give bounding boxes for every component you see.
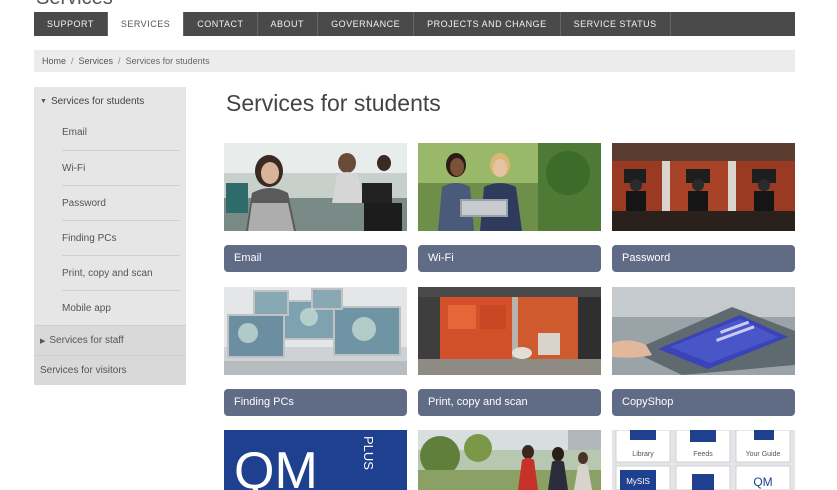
sidebar-item-label: Services for staff xyxy=(49,335,124,346)
students-laptop-outdoors-photo xyxy=(418,143,601,231)
tile-password[interactable]: Password xyxy=(612,143,795,272)
nav-services[interactable]: SERVICES xyxy=(107,12,185,36)
sidebar-item-services-for-students[interactable]: ▼ Services for students xyxy=(34,87,186,115)
tile-label: Print, copy and scan xyxy=(418,389,601,416)
sidebar: ▼ Services for students Email Wi-Fi Pass… xyxy=(34,87,186,385)
tile-finding-pcs[interactable]: Finding PCs xyxy=(224,287,407,416)
sidebar-item-wifi[interactable]: Wi-Fi xyxy=(62,150,180,185)
app-grid-photo: Library Feeds Your Guide MySIS QM xyxy=(612,430,795,490)
sidebar-item-mobile-app[interactable]: Mobile app xyxy=(62,290,180,325)
breadcrumb-separator: / xyxy=(71,56,74,66)
nav-service-status[interactable]: SERVICE STATUS xyxy=(561,12,671,36)
breadcrumb: Home / Services / Services for students xyxy=(34,50,795,72)
nav-about[interactable]: ABOUT xyxy=(258,12,319,36)
sidebar-item-label: Services for students xyxy=(50,95,145,107)
breadcrumb-current: Services for students xyxy=(125,56,210,66)
tile-label: Wi-Fi xyxy=(418,245,601,272)
main-nav: SUPPORT SERVICES CONTACT ABOUT GOVERNANC… xyxy=(34,12,795,36)
tile-wifi[interactable]: Wi-Fi xyxy=(418,143,601,272)
nav-projects-and-change[interactable]: PROJECTS AND CHANGE xyxy=(414,12,561,36)
tile-print-copy-scan[interactable]: Print, copy and scan xyxy=(418,287,601,416)
app-library-label: Library xyxy=(632,451,654,458)
sidebar-item-services-for-visitors[interactable]: Services for visitors xyxy=(34,355,186,385)
breadcrumb-services[interactable]: Services xyxy=(79,56,114,66)
nav-support[interactable]: SUPPORT xyxy=(34,12,108,36)
caret-right-icon: ▶ xyxy=(40,337,46,345)
sidebar-item-services-for-staff[interactable]: ▶ Services for staff xyxy=(34,325,186,355)
page-title: Services for students xyxy=(226,90,441,116)
nav-contact[interactable]: CONTACT xyxy=(184,12,258,36)
woman-laptop-photo xyxy=(224,143,407,231)
app-mysis-label: MySIS xyxy=(626,477,650,486)
breadcrumb-home[interactable]: Home xyxy=(42,56,66,66)
tile-qmplus[interactable]: QM PLUS xyxy=(224,430,407,490)
tile-campus[interactable] xyxy=(418,430,601,490)
app-your-guide-label: Your Guide xyxy=(746,451,781,458)
breadcrumb-separator: / xyxy=(118,56,121,66)
sidebar-item-print-copy-scan[interactable]: Print, copy and scan xyxy=(62,255,180,290)
sidebar-item-email[interactable]: Email xyxy=(62,115,180,150)
study-booths-photo xyxy=(612,143,795,231)
campus-students-photo xyxy=(418,430,601,490)
tile-email[interactable]: Email xyxy=(224,143,407,272)
print-room-photo xyxy=(418,287,601,375)
page-header-remnant: Services xyxy=(36,0,156,8)
caret-down-icon: ▼ xyxy=(40,97,47,105)
sidebar-item-password[interactable]: Password xyxy=(62,185,180,220)
plus-text: PLUS xyxy=(361,436,376,470)
qm-plus-logo: QM PLUS xyxy=(224,430,407,490)
sidebar-section-students: ▼ Services for students Email Wi-Fi Pass… xyxy=(34,87,186,325)
tile-label: Email xyxy=(224,245,407,272)
sidebar-item-label: Services for visitors xyxy=(40,365,127,376)
nav-governance[interactable]: GOVERNANCE xyxy=(318,12,415,36)
copier-photo xyxy=(612,287,795,375)
computer-lab-photo xyxy=(224,287,407,375)
tile-label: CopyShop xyxy=(612,389,795,416)
sidebar-submenu: Email Wi-Fi Password Finding PCs Print, … xyxy=(34,115,186,325)
tile-copyshop[interactable]: CopyShop xyxy=(612,287,795,416)
app-qm-label: QM xyxy=(753,475,772,489)
tile-mobile-app[interactable]: Library Feeds Your Guide MySIS QM xyxy=(612,430,795,490)
tile-label: Password xyxy=(612,245,795,272)
sidebar-item-finding-pcs[interactable]: Finding PCs xyxy=(62,220,180,255)
tile-label: Finding PCs xyxy=(224,389,407,416)
qm-text: QM xyxy=(234,442,318,490)
header-text: Services xyxy=(36,0,156,8)
app-feeds-label: Feeds xyxy=(693,451,713,458)
